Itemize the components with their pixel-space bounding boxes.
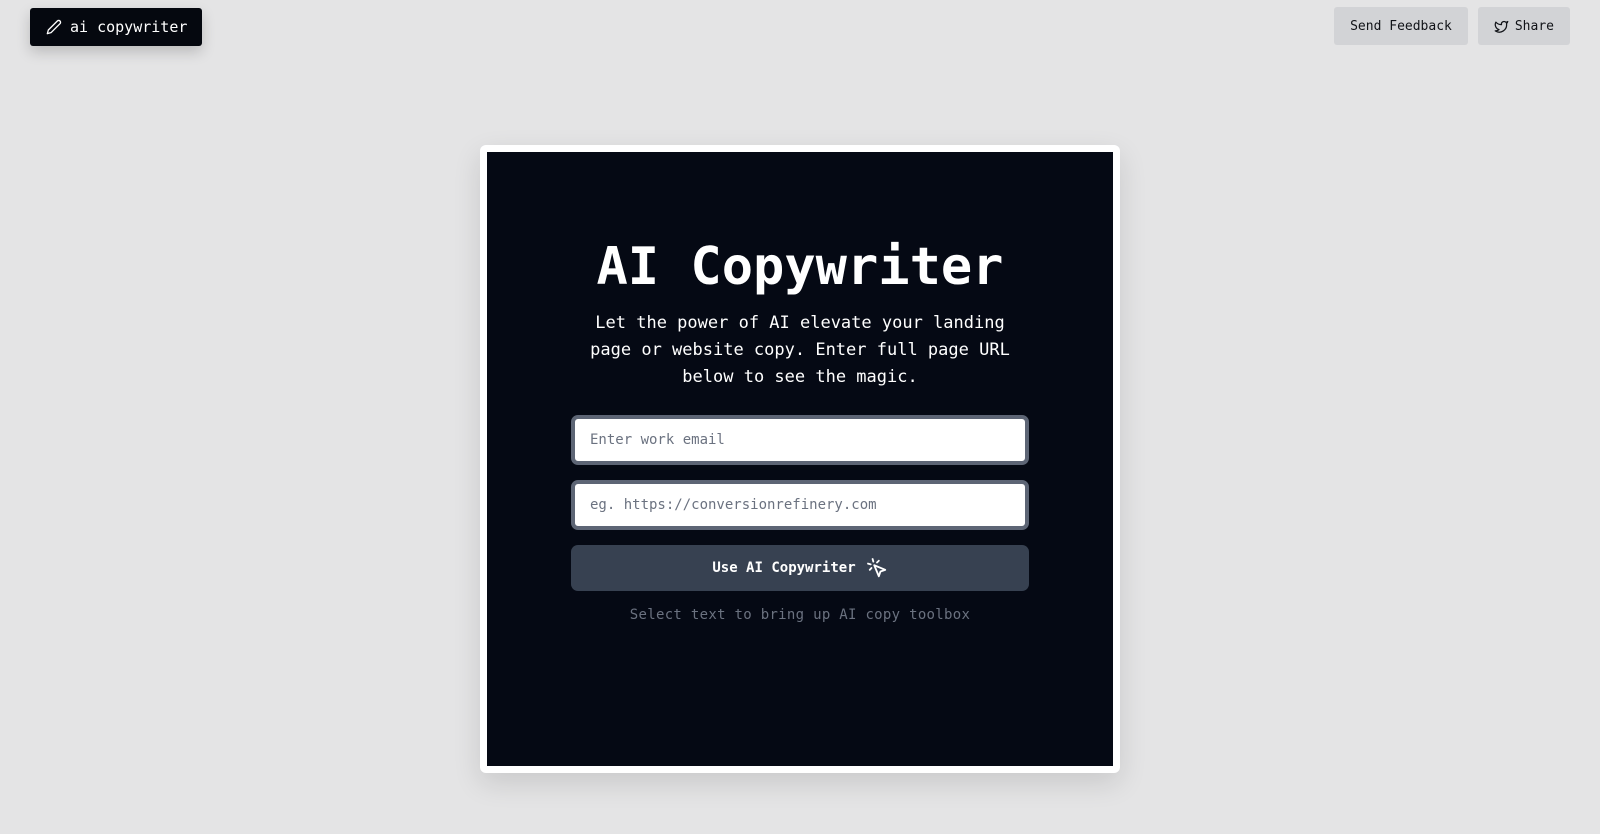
- page-subtitle: Let the power of AI elevate your landing…: [590, 313, 1010, 387]
- send-feedback-label: Send Feedback: [1350, 18, 1452, 34]
- email-field[interactable]: [575, 419, 1025, 461]
- toolbox-hint: Select text to bring up AI copy toolbox: [629, 607, 971, 623]
- email-field-wrapper: [571, 415, 1029, 465]
- brand-label: ai copywriter: [70, 18, 188, 36]
- share-button[interactable]: Share: [1477, 7, 1570, 45]
- brand-logo-button[interactable]: ai copywriter: [30, 8, 203, 46]
- page-title: AI Copywriter: [596, 237, 1004, 297]
- use-ai-copywriter-button[interactable]: Use AI Copywriter: [571, 545, 1029, 591]
- cursor-click-icon: [866, 557, 888, 579]
- hero-card: AI Copywriter Let the power of AI elevat…: [487, 152, 1113, 766]
- url-field-wrapper: [571, 480, 1029, 530]
- send-feedback-button[interactable]: Send Feedback: [1334, 7, 1468, 45]
- twitter-bird-icon: [1494, 19, 1509, 34]
- pencil-icon: [46, 19, 62, 35]
- use-ai-copywriter-label: Use AI Copywriter: [712, 560, 856, 576]
- hero-card-frame: AI Copywriter Let the power of AI elevat…: [480, 145, 1120, 773]
- share-label: Share: [1514, 18, 1554, 34]
- url-field[interactable]: [575, 484, 1025, 526]
- top-actions: Send Feedback Share: [1334, 7, 1570, 45]
